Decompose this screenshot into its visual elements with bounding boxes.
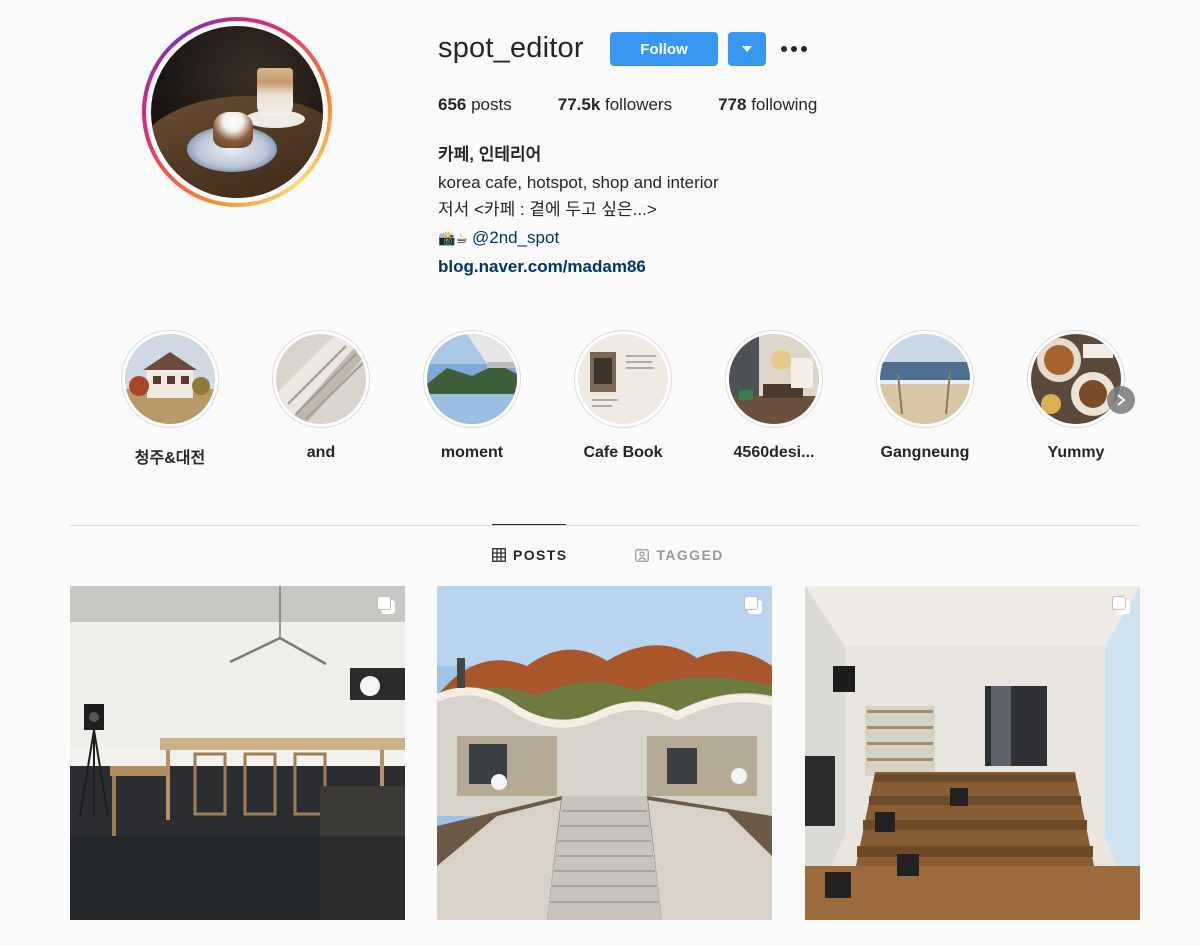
bio-website-link[interactable]: blog.naver.com/madam86 xyxy=(438,253,719,281)
posts-count: 656 xyxy=(438,95,467,114)
carousel-icon xyxy=(1112,596,1130,614)
grid-icon xyxy=(492,548,506,562)
bio-mention-line: 📸☕ @2nd_spot xyxy=(438,224,719,254)
highlight-label: 청주&대전 xyxy=(134,450,206,467)
post-image xyxy=(805,586,1140,920)
camera-coffee-emoji: 📸☕ xyxy=(438,230,468,247)
carousel-icon-front xyxy=(1112,596,1126,610)
highlight-ring xyxy=(1027,330,1125,428)
post-thumbnail[interactable] xyxy=(437,586,772,920)
tab-label: TAGGED xyxy=(656,547,724,563)
highlight-label: moment xyxy=(440,444,504,461)
chevron-right-icon xyxy=(1117,394,1126,406)
tab-tagged[interactable]: TAGGED xyxy=(635,547,723,563)
highlight-item[interactable]: Gangneung xyxy=(860,330,990,462)
highlight-label: and xyxy=(306,444,336,461)
highlight-item[interactable]: 4560desi... xyxy=(709,330,839,462)
followers-count: 77.5k xyxy=(557,95,601,114)
following-count: 778 xyxy=(718,95,747,114)
profile-avatar[interactable] xyxy=(142,17,332,207)
profile-bio: 카페, 인테리어 korea cafe, hotspot, shop and i… xyxy=(438,141,719,281)
beach-icon xyxy=(880,334,970,424)
following-stat[interactable]: 778 following xyxy=(718,95,817,115)
highlight-item[interactable]: and xyxy=(256,330,386,462)
highlight-ring xyxy=(423,330,521,428)
highlight-ring xyxy=(574,330,672,428)
posts-label: posts xyxy=(466,95,512,114)
profile-stats: 656 posts 77.5k followers 778 following xyxy=(438,95,863,115)
highlight-item[interactable]: moment xyxy=(407,330,537,462)
carousel-icon xyxy=(744,596,762,614)
house-icon xyxy=(125,334,215,424)
suggested-accounts-dropdown-button[interactable] xyxy=(728,32,766,66)
more-options-button[interactable] xyxy=(781,40,809,58)
highlight-label: 4560desi... xyxy=(733,444,815,461)
profile-username: spot_editor xyxy=(438,32,584,64)
highlight-item[interactable]: 청주&대전 xyxy=(105,330,235,468)
tab-posts[interactable]: POSTS xyxy=(492,547,567,563)
highlight-ring xyxy=(121,330,219,428)
bio-mention-link[interactable]: @2nd_spot xyxy=(472,228,559,247)
highlight-item[interactable]: Cafe Book xyxy=(558,330,688,462)
highlights-next-button[interactable] xyxy=(1107,386,1135,414)
food-icon xyxy=(1031,334,1121,424)
tabs-divider xyxy=(70,525,1140,526)
dot xyxy=(791,46,797,52)
post-thumbnail[interactable] xyxy=(70,586,405,920)
highlight-ring xyxy=(876,330,974,428)
bio-line: 저서 <카페 : 곁에 두고 싶은...> xyxy=(438,200,657,219)
building-icon xyxy=(276,334,366,424)
active-tab-indicator xyxy=(492,524,566,525)
followers-stat[interactable]: 77.5k followers xyxy=(558,95,672,115)
chevron-down-icon xyxy=(742,46,752,52)
bio-line: korea cafe, hotspot, shop and interior xyxy=(438,172,719,192)
book-icon xyxy=(578,334,668,424)
followers-label: followers xyxy=(600,95,673,114)
carousel-icon-front xyxy=(744,596,758,610)
post-thumbnail[interactable] xyxy=(805,586,1140,920)
carousel-icon xyxy=(377,596,395,614)
interior-icon xyxy=(729,334,819,424)
highlight-label: Cafe Book xyxy=(583,444,663,461)
carousel-icon-front xyxy=(377,596,391,610)
follow-button[interactable]: Follow xyxy=(610,32,718,66)
tab-label: POSTS xyxy=(513,547,568,563)
highlight-ring xyxy=(272,330,370,428)
story-highlights: 청주&대전 and moment Cafe Book 4560desi... G… xyxy=(105,330,1145,470)
dot xyxy=(781,46,787,52)
landscape-icon xyxy=(427,334,517,424)
post-image xyxy=(70,586,405,920)
avatar-cake-shape xyxy=(213,112,253,148)
dot xyxy=(801,46,807,52)
post-image xyxy=(437,586,772,920)
posts-stat: 656 posts xyxy=(438,95,512,115)
tag-person-icon xyxy=(635,549,650,562)
following-label: following xyxy=(746,95,818,114)
highlight-label: Gangneung xyxy=(880,444,970,461)
avatar-cup-shape xyxy=(257,68,293,116)
highlight-label: Yummy xyxy=(1047,444,1105,461)
highlight-ring xyxy=(725,330,823,428)
avatar-gap xyxy=(146,21,328,203)
bio-name: 카페, 인테리어 xyxy=(438,145,542,164)
avatar-image xyxy=(151,26,323,198)
profile-tabs: POSTS TAGGED xyxy=(492,547,724,563)
